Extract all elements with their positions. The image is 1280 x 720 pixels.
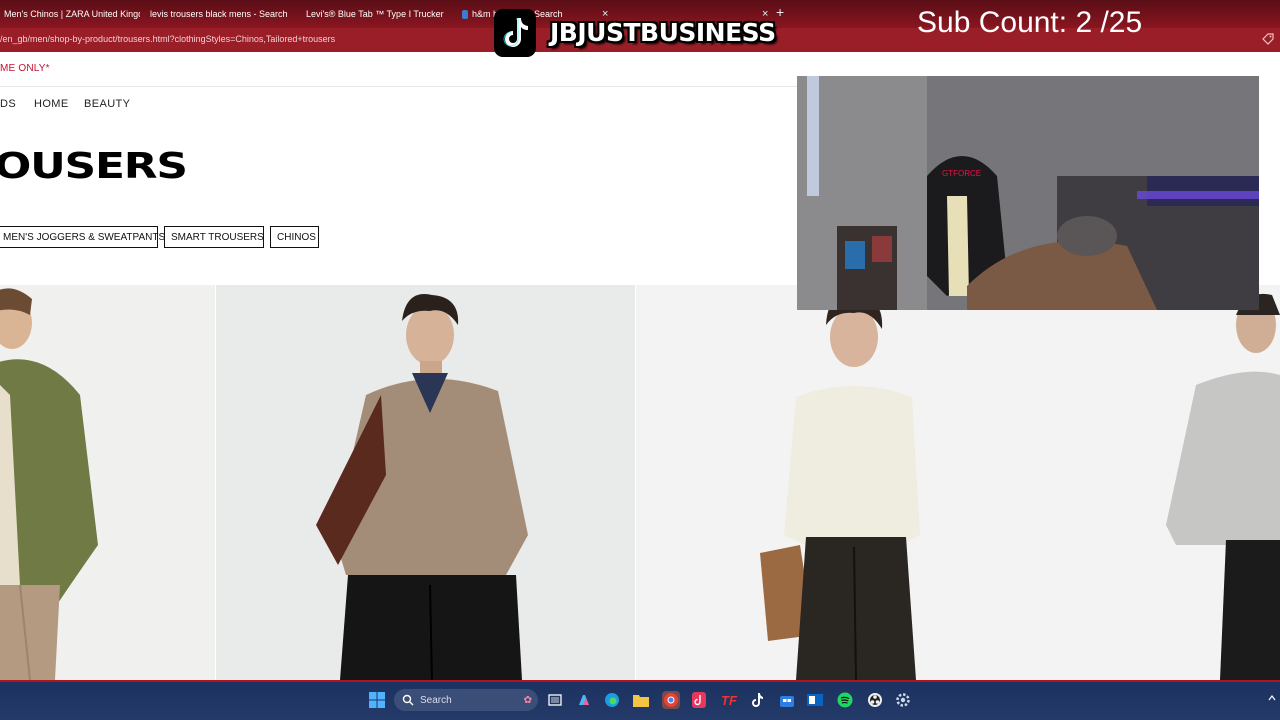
header-divider [0,86,797,87]
webcam-feed: GTFORCE [797,76,1259,310]
product-image[interactable] [216,285,635,680]
taskbar: Search ✿ TF [0,680,1280,720]
tag-icon[interactable] [1262,33,1274,45]
tab-title: Levi's® Blue Tab ™ Type I Trucker [306,9,444,19]
search-highlight-icon: ✿ [523,694,532,706]
obs-icon[interactable] [866,691,884,709]
tiktok-studio-icon[interactable] [690,691,708,709]
channel-name: JBJUSTBUSINESS [550,18,776,47]
search-label: Search [420,694,452,706]
file-explorer-icon[interactable] [632,691,650,709]
tab-title: levis trousers black mens - Search [150,9,288,19]
copilot-icon[interactable] [575,691,593,709]
search-box[interactable]: Search ✿ [394,689,538,711]
chevron-up-icon[interactable] [1268,692,1276,706]
filter-chip-smart-trousers[interactable]: SMART TROUSERS [164,226,264,248]
tf-icon[interactable]: TF [720,691,738,709]
task-view-icon[interactable] [546,691,564,709]
edge-icon[interactable] [603,691,621,709]
page-title: OUSERS [0,146,188,187]
settings-icon[interactable] [894,691,912,709]
start-icon[interactable] [368,691,386,709]
search-icon [462,9,468,19]
screen: Men's Chinos | ZARA United Kingdom × lev… [0,0,1280,720]
new-tab-icon[interactable]: + [776,4,784,20]
model-photo [0,288,98,680]
browser-tab[interactable]: levis trousers black mens - Search × [142,4,292,24]
filter-chip-joggers[interactable]: MEN'S JOGGERS & SWEATPANTS [0,226,165,248]
tiktok-logo-icon [494,9,536,57]
model-photo [760,293,1280,680]
nav-item-kids[interactable]: DS [0,98,16,110]
product-image[interactable] [0,285,215,680]
product-image[interactable] [636,285,1280,680]
nav-item-beauty[interactable]: BEAUTY [84,98,130,110]
nav-item-home[interactable]: HOME [34,98,69,110]
search-icon [402,694,414,706]
url-text[interactable]: /en_gb/men/shop-by-product/trousers.html… [0,34,335,44]
spotify-icon[interactable] [836,691,854,709]
outlook-icon[interactable] [806,691,824,709]
chrome-icon[interactable] [662,691,680,709]
model-photo [316,294,528,680]
browser-tab[interactable]: Levi's® Blue Tab ™ Type I Trucker × [298,4,450,24]
browser-tab[interactable]: h&m h [458,4,498,24]
webcam-overlay: GTFORCE [797,76,1259,310]
promo-banner[interactable]: ME ONLY* [0,63,50,74]
svg-text:GTFORCE: GTFORCE [942,169,981,178]
store-icon[interactable] [778,691,796,709]
tiktok-icon[interactable] [748,691,766,709]
sub-count: Sub Count: 2 /25 [917,6,1143,39]
tab-title: Men's Chinos | ZARA United Kingdom [4,9,140,19]
browser-tab[interactable]: Men's Chinos | ZARA United Kingdom × [0,4,140,24]
filter-chip-chinos[interactable]: CHINOS [270,226,319,248]
